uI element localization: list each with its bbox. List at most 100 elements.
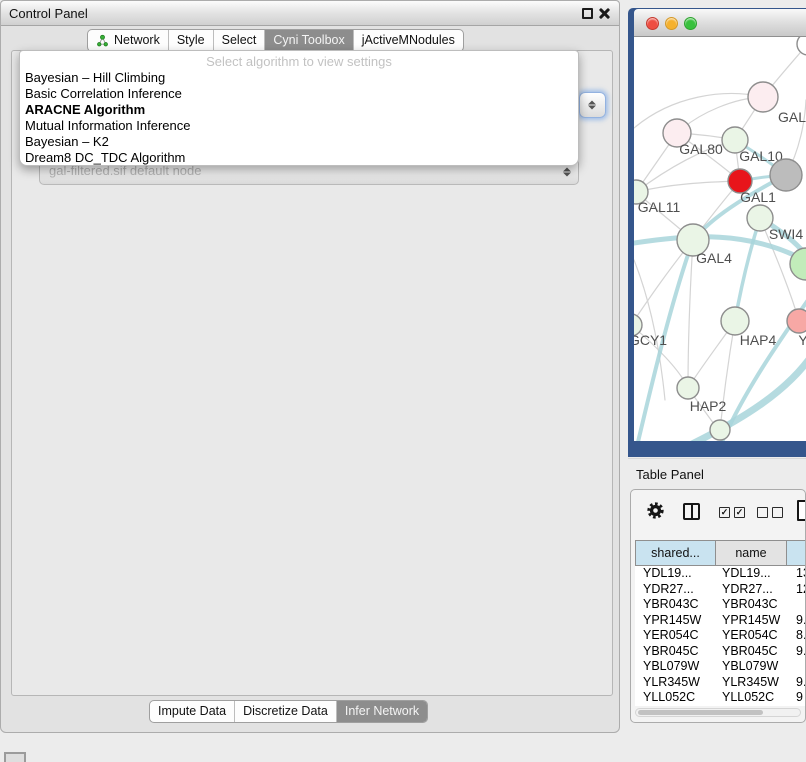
algorithm-dropdown-popup: Select algorithm to view settings Bayesi… — [19, 50, 579, 166]
screen: Control Panel Network Style SelectCyni Too… — [0, 0, 806, 762]
table-cell: YDR27... — [635, 582, 716, 598]
table-panel: Table Panel ✓ ✓ shared...nameA YDL19...Y… — [628, 458, 806, 762]
node-label-gal: GAL — [778, 109, 806, 125]
network-edge[interactable] — [636, 181, 740, 192]
node-label-gal11: GAL11 — [638, 199, 681, 215]
network-node[interactable] — [770, 159, 802, 191]
table-cell: YLL052C — [716, 690, 788, 706]
tab-style[interactable]: Style — [168, 30, 213, 51]
table-cell: YBR043C — [635, 597, 716, 613]
node-label-gal4: GAL4 — [696, 250, 732, 266]
control-panel-title: Control Panel — [9, 1, 88, 26]
minimize-light-icon[interactable] — [665, 17, 678, 30]
table-cell: 9. — [788, 613, 806, 629]
dropdown-items: Bayesian – Hill ClimbingBasic Correlatio… — [20, 70, 578, 166]
column-header-name[interactable]: name — [715, 540, 787, 566]
network-node[interactable] — [797, 37, 806, 55]
zoom-light-icon[interactable] — [684, 17, 697, 30]
node-label-hap4: HAP4 — [740, 332, 777, 348]
collapsed-panel-icon[interactable] — [4, 752, 26, 762]
table-cell: YER054C — [716, 628, 788, 644]
table-cell: YBL079W — [635, 659, 716, 675]
network-edge[interactable] — [735, 218, 760, 321]
float-window-icon[interactable] — [582, 8, 593, 19]
checked-box-icon: ✓ — [734, 507, 745, 518]
table-cell: YLR345W — [635, 675, 716, 691]
algorithm-option-dream8-dc-tdc-algorithm[interactable]: Dream8 DC_TDC Algorithm — [20, 150, 578, 166]
algorithm-option-mutual-information-inference[interactable]: Mutual Information Inference — [20, 118, 578, 134]
table-panel-title: Table Panel — [636, 467, 704, 482]
node-label-gal80: GAL80 — [679, 141, 723, 157]
algorithm-option-bayesian-hill-climbing[interactable]: Bayesian – Hill Climbing — [20, 70, 578, 86]
network-node-gal[interactable] — [748, 82, 778, 112]
network-window-titlebar[interactable] — [634, 9, 806, 37]
table-cell: YER054C — [635, 628, 716, 644]
cyni-bottom-tabs: Impute Data Discretize Data Infer Network — [149, 700, 428, 723]
algorithm-option-basic-correlation-inference[interactable]: Basic Correlation Inference — [20, 86, 578, 102]
table-cell: YPR145W — [716, 613, 788, 629]
table-hscrollbar[interactable] — [635, 708, 801, 717]
tab-infer-network-label: Infer Network — [345, 701, 419, 722]
table-row[interactable]: YER054CYER054C8. — [635, 628, 806, 644]
tab-network-label: Network — [114, 30, 160, 51]
algorithm-combobox-stepper[interactable] — [579, 92, 606, 118]
split-table-icon[interactable] — [683, 503, 700, 520]
network-node[interactable] — [710, 420, 730, 440]
tab-jactivemnodules-label: jActiveMNodules — [362, 30, 455, 51]
control-panel-window: Control Panel Network Style SelectCyni Too… — [0, 0, 620, 733]
tab-infer-network[interactable]: Infer Network — [336, 701, 427, 722]
dropdown-placeholder: Select algorithm to view settings — [20, 53, 578, 70]
table-row[interactable]: YLR345WYLR345W9. — [635, 675, 806, 691]
tab-jactivemnodules[interactable]: jActiveMNodules — [353, 30, 463, 51]
network-view-window[interactable]: GALGAL80GAL10GAL1GAL11SWI4GAL4GCY1HAP4YH… — [628, 8, 806, 457]
control-panel-titlebar: Control Panel — [1, 1, 619, 26]
column-header-shared-[interactable]: shared... — [635, 540, 716, 566]
tab-style-label: Style — [177, 30, 205, 51]
table-row[interactable]: YPR145WYPR145W9. — [635, 613, 806, 629]
column-header-a[interactable]: A — [786, 540, 806, 566]
tab-select[interactable]: Select — [213, 30, 265, 51]
tab-network[interactable]: Network — [88, 30, 168, 51]
algorithm-option-aracne-algorithm[interactable]: ARACNE Algorithm — [20, 102, 578, 118]
network-node-hap2[interactable] — [677, 377, 699, 399]
table-window: ✓ ✓ shared...nameA YDL19...YDL19...13YDR… — [630, 489, 806, 723]
table-cell: YBR043C — [716, 597, 788, 613]
select-columns-icon[interactable]: ✓ ✓ — [719, 507, 745, 518]
table-cell: 9. — [788, 675, 806, 691]
settings-gear-icon[interactable] — [646, 501, 665, 520]
table-hscrollbar-thumb[interactable] — [638, 710, 763, 715]
table-cell: 9 — [788, 690, 806, 706]
control-panel-tabs: Network Style SelectCyni Toolbox jActiveMNo… — [87, 29, 464, 52]
tab-discretize-data-label: Discretize Data — [243, 701, 328, 722]
table-cell: 13 — [788, 566, 806, 582]
table-cell: YBR045C — [635, 644, 716, 660]
network-icon — [96, 34, 109, 47]
table-row[interactable]: YBL079WYBL079W — [635, 659, 806, 675]
table-row[interactable]: YBR045CYBR045C9. — [635, 644, 806, 660]
export-table-icon[interactable] — [797, 500, 806, 521]
table-row[interactable]: YDR27...YDR27...12 — [635, 582, 806, 598]
unchecked-box-icon — [757, 507, 768, 518]
table-cell — [788, 659, 806, 675]
network-canvas[interactable]: GALGAL80GAL10GAL1GAL11SWI4GAL4GCY1HAP4YH… — [634, 37, 806, 441]
checked-box-icon: ✓ — [719, 507, 730, 518]
network-node-y[interactable] — [787, 309, 806, 333]
hide-columns-icon[interactable] — [757, 507, 783, 518]
table-cell — [788, 597, 806, 613]
close-light-icon[interactable] — [646, 17, 659, 30]
table-cell: YBL079W — [716, 659, 788, 675]
table-row[interactable]: YBR043CYBR043C — [635, 597, 806, 613]
tab-impute-data[interactable]: Impute Data — [150, 701, 234, 722]
network-node-hap4[interactable] — [721, 307, 749, 335]
table-cell: YDL19... — [635, 566, 716, 582]
table-row[interactable]: YDL19...YDL19...13 — [635, 566, 806, 582]
table-cell: YLL052C — [635, 690, 716, 706]
close-icon[interactable] — [598, 7, 611, 20]
network-graph[interactable]: GALGAL80GAL10GAL1GAL11SWI4GAL4GCY1HAP4YH… — [634, 37, 806, 441]
tab-discretize-data[interactable]: Discretize Data — [234, 701, 336, 722]
network-edge[interactable] — [688, 240, 693, 388]
tab-cyni-toolbox[interactable]: Cyni Toolbox — [264, 30, 352, 51]
network-edge[interactable] — [634, 94, 763, 128]
table-row[interactable]: YLL052CYLL052C9 — [635, 690, 806, 706]
algorithm-option-bayesian-k2[interactable]: Bayesian – K2 — [20, 134, 578, 150]
